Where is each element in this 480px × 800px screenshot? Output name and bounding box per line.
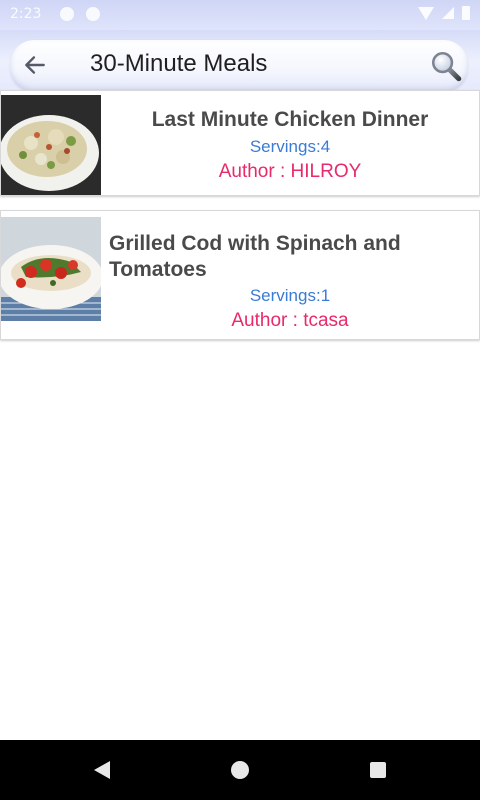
recipe-title: Last Minute Chicken Dinner [151, 108, 429, 131]
recents-square-icon [370, 762, 386, 778]
nav-home-button[interactable] [228, 758, 252, 782]
recipe-servings: Servings:1 [249, 286, 331, 305]
nav-back-button[interactable] [90, 758, 114, 782]
wifi-icon [418, 6, 434, 20]
recipe-info: Last Minute Chicken Dinner Servings:4 Au… [101, 91, 479, 195]
recipe-info: Grilled Cod with Spinach and Tomatoes Se… [101, 211, 479, 339]
battery-icon [462, 6, 470, 20]
recipe-image [1, 95, 101, 195]
recipe-servings: Servings:4 [249, 137, 331, 156]
recipe-card[interactable]: Grilled Cod with Spinach and Tomatoes Se… [0, 210, 480, 340]
navigation-bar [0, 740, 480, 800]
recipe-title: Grilled Cod with Spinach and Tomatoes [109, 232, 401, 281]
home-circle-icon [231, 761, 249, 779]
recipe-image [1, 217, 101, 321]
recipe-author: Author : tcasa [231, 310, 349, 331]
nav-recents-button[interactable] [366, 758, 390, 782]
recipe-card[interactable]: Last Minute Chicken Dinner Servings:4 Au… [0, 90, 480, 196]
status-time: 2:23 [10, 6, 42, 22]
back-triangle-icon [94, 761, 110, 779]
recipe-author: Author : HILROY [218, 161, 362, 182]
sync-icon [86, 7, 100, 21]
arrow-left-icon [25, 56, 45, 74]
page-title: 30-Minute Meals [90, 50, 268, 77]
signal-icon [442, 7, 454, 19]
magnifier-icon [431, 51, 462, 82]
status-bar: 2:23 [0, 0, 480, 30]
search-button[interactable] [426, 46, 466, 86]
notification-icon [60, 7, 74, 21]
back-button[interactable] [14, 44, 56, 86]
